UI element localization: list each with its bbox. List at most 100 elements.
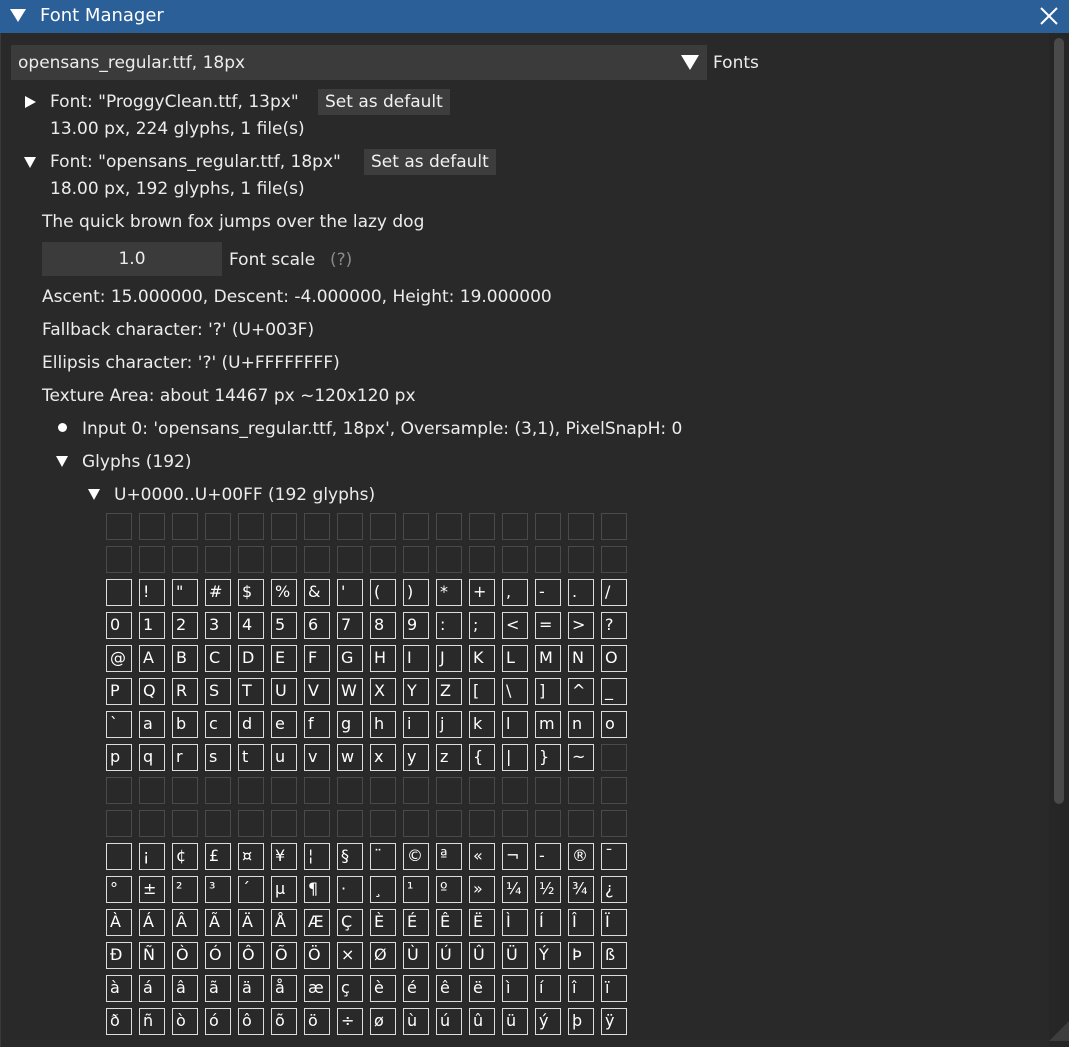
- glyph-cell[interactable]: [535, 546, 561, 573]
- glyph-cell[interactable]: [403, 546, 429, 573]
- glyph-cell[interactable]: è: [370, 975, 396, 1002]
- expand-arrow-icon[interactable]: [25, 96, 36, 108]
- glyph-cell[interactable]: [205, 546, 231, 573]
- glyph-cell[interactable]: q: [139, 744, 165, 771]
- glyph-cell[interactable]: 2: [172, 612, 198, 639]
- glyph-cell[interactable]: Ý: [535, 942, 561, 969]
- glyph-cell[interactable]: O: [601, 645, 627, 672]
- glyph-cell[interactable]: [535, 810, 561, 837]
- glyph-cell[interactable]: E: [271, 645, 297, 672]
- glyph-cell[interactable]: Ç: [337, 909, 363, 936]
- glyph-cell[interactable]: [106, 546, 132, 573]
- glyph-cell[interactable]: ú: [436, 1008, 462, 1035]
- glyph-cell[interactable]: S: [205, 678, 231, 705]
- glyph-cell[interactable]: 8: [370, 612, 396, 639]
- glyph-cell[interactable]: x: [370, 744, 396, 771]
- glyph-cell[interactable]: e: [271, 711, 297, 738]
- glyph-cell[interactable]: Â: [172, 909, 198, 936]
- glyph-cell[interactable]: ä: [238, 975, 264, 1002]
- glyph-cell[interactable]: z: [436, 744, 462, 771]
- glyph-cell[interactable]: #: [205, 579, 231, 606]
- glyph-cell[interactable]: ½: [535, 876, 561, 903]
- glyph-cell[interactable]: i: [403, 711, 429, 738]
- glyph-cell[interactable]: A: [139, 645, 165, 672]
- glyph-cell[interactable]: [535, 777, 561, 804]
- glyph-cell[interactable]: [502, 810, 528, 837]
- set-default-button[interactable]: Set as default: [318, 89, 450, 115]
- glyph-cell[interactable]: ¯: [601, 843, 627, 870]
- font-scale-input[interactable]: 1.0: [42, 242, 222, 276]
- glyph-cell[interactable]: £: [205, 843, 231, 870]
- tree-node-glyph-range[interactable]: U+0000..U+00FF (192 glyphs): [114, 485, 375, 505]
- glyph-cell[interactable]: [469, 513, 495, 540]
- glyph-cell[interactable]: v: [304, 744, 330, 771]
- glyph-cell[interactable]: [502, 513, 528, 540]
- glyph-cell[interactable]: Ê: [436, 909, 462, 936]
- glyph-cell[interactable]: -: [535, 843, 561, 870]
- glyph-cell[interactable]: ¤: [238, 843, 264, 870]
- glyph-cell[interactable]: l: [502, 711, 528, 738]
- glyph-cell[interactable]: ®: [568, 843, 594, 870]
- glyph-cell[interactable]: L: [502, 645, 528, 672]
- glyph-cell[interactable]: [601, 546, 627, 573]
- glyph-cell[interactable]: -: [535, 579, 561, 606]
- glyph-cell[interactable]: û: [469, 1008, 495, 1035]
- glyph-cell[interactable]: ¬: [502, 843, 528, 870]
- glyph-cell[interactable]: ¦: [304, 843, 330, 870]
- glyph-cell[interactable]: N: [568, 645, 594, 672]
- glyph-cell[interactable]: H: [370, 645, 396, 672]
- glyph-cell[interactable]: ;: [469, 612, 495, 639]
- glyph-cell[interactable]: ': [337, 579, 363, 606]
- close-icon[interactable]: [1036, 3, 1062, 29]
- glyph-cell[interactable]: Ü: [502, 942, 528, 969]
- glyph-cell[interactable]: w: [337, 744, 363, 771]
- glyph-cell[interactable]: ù: [403, 1008, 429, 1035]
- glyph-cell[interactable]: [436, 777, 462, 804]
- glyph-cell[interactable]: È: [370, 909, 396, 936]
- glyph-cell[interactable]: ¶: [304, 876, 330, 903]
- glyph-cell[interactable]: [271, 810, 297, 837]
- glyph-cell[interactable]: »: [469, 876, 495, 903]
- glyph-cell[interactable]: ~: [568, 744, 594, 771]
- glyph-cell[interactable]: [601, 513, 627, 540]
- glyph-cell[interactable]: Ð: [106, 942, 132, 969]
- glyph-cell[interactable]: %: [271, 579, 297, 606]
- glyph-cell[interactable]: F: [304, 645, 330, 672]
- glyph-cell[interactable]: Q: [139, 678, 165, 705]
- glyph-cell[interactable]: ÷: [337, 1008, 363, 1035]
- glyph-cell[interactable]: [436, 546, 462, 573]
- glyph-cell[interactable]: 4: [238, 612, 264, 639]
- glyph-cell[interactable]: Ô: [238, 942, 264, 969]
- glyph-cell[interactable]: é: [403, 975, 429, 1002]
- glyph-cell[interactable]: Ø: [370, 942, 396, 969]
- glyph-cell[interactable]: m: [535, 711, 561, 738]
- glyph-cell[interactable]: ": [172, 579, 198, 606]
- glyph-cell[interactable]: ³: [205, 876, 231, 903]
- glyph-cell[interactable]: ª: [436, 843, 462, 870]
- glyph-cell[interactable]: [139, 546, 165, 573]
- glyph-cell[interactable]: [271, 513, 297, 540]
- glyph-cell[interactable]: ï: [601, 975, 627, 1002]
- glyph-cell[interactable]: Ä: [238, 909, 264, 936]
- glyph-cell[interactable]: ¼: [502, 876, 528, 903]
- glyph-cell[interactable]: |: [502, 744, 528, 771]
- glyph-cell[interactable]: Ù: [403, 942, 429, 969]
- glyph-cell[interactable]: 0: [106, 612, 132, 639]
- glyph-cell[interactable]: á: [139, 975, 165, 1002]
- glyph-cell[interactable]: Í: [535, 909, 561, 936]
- collapse-arrow-icon[interactable]: [10, 9, 26, 22]
- glyph-cell[interactable]: K: [469, 645, 495, 672]
- glyph-cell[interactable]: æ: [304, 975, 330, 1002]
- glyph-cell[interactable]: C: [205, 645, 231, 672]
- glyph-cell[interactable]: ¿: [601, 876, 627, 903]
- chevron-down-icon[interactable]: [681, 55, 699, 70]
- glyph-cell[interactable]: [172, 513, 198, 540]
- glyph-cell[interactable]: +: [469, 579, 495, 606]
- glyph-cell[interactable]: §: [337, 843, 363, 870]
- glyph-cell[interactable]: B: [172, 645, 198, 672]
- glyph-cell[interactable]: [370, 546, 396, 573]
- glyph-cell[interactable]: [139, 513, 165, 540]
- glyph-cell[interactable]: Û: [469, 942, 495, 969]
- glyph-cell[interactable]: ): [403, 579, 429, 606]
- scrollbar[interactable]: [1049, 33, 1069, 1047]
